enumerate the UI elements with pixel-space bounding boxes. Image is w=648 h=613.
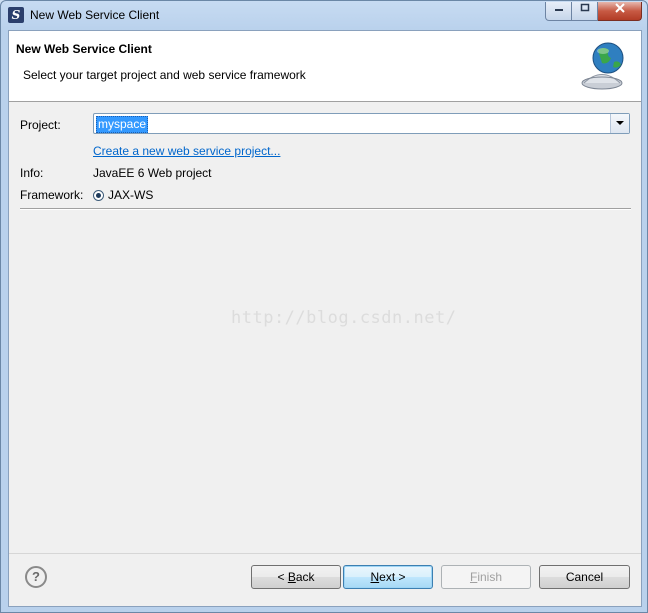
create-project-link[interactable]: Create a new web service project... <box>93 144 280 158</box>
back-button[interactable]: < Back <box>251 565 341 589</box>
title-bar[interactable]: S New Web Service Client <box>1 1 647 29</box>
project-label: Project: <box>20 118 61 132</box>
project-combo[interactable]: myspace <box>93 113 630 134</box>
framework-radio-label: JAX-WS <box>108 188 154 202</box>
separator <box>20 208 631 210</box>
watermark: http://blog.csdn.net/ <box>231 308 457 328</box>
dialog-window: S New Web Service Client New Web Service… <box>0 0 648 613</box>
minimize-button[interactable] <box>545 2 572 21</box>
close-button[interactable] <box>598 2 642 21</box>
close-icon <box>614 3 625 13</box>
next-button[interactable]: Next > <box>343 565 433 589</box>
framework-label: Framework: <box>20 188 84 202</box>
app-logo-icon: S <box>8 7 24 23</box>
project-combo-value: myspace <box>96 116 149 133</box>
wizard-banner: New Web Service Client Select your targe… <box>9 31 641 102</box>
finish-rest: inish <box>477 570 503 584</box>
back-mnemonic: B <box>287 570 296 584</box>
back-rest: ack <box>295 570 315 584</box>
banner-title: New Web Service Client <box>16 42 152 56</box>
next-mnemonic: N <box>370 570 380 584</box>
maximize-button[interactable] <box>572 2 598 21</box>
cancel-button[interactable]: Cancel <box>539 565 630 589</box>
info-label: Info: <box>20 166 44 180</box>
framework-radio-option[interactable]: JAX-WS <box>93 188 153 202</box>
web-service-globe-icon <box>581 42 624 90</box>
back-prefix: < <box>277 570 288 584</box>
dialog-content: New Web Service Client Select your targe… <box>8 30 642 607</box>
footer-separator <box>9 553 641 554</box>
finish-button[interactable]: Finish <box>441 565 531 589</box>
minimize-icon <box>554 9 563 11</box>
next-rest: ext > <box>379 570 406 584</box>
window-title: New Web Service Client <box>30 8 160 22</box>
window-controls <box>545 2 642 21</box>
maximize-icon <box>580 3 589 12</box>
dropdown-button[interactable] <box>610 114 629 133</box>
banner-description: Select your target project and web servi… <box>23 68 306 82</box>
help-icon[interactable]: ? <box>25 566 47 588</box>
info-value: JavaEE 6 Web project <box>93 166 212 180</box>
framework-radio[interactable] <box>93 189 104 201</box>
chevron-down-icon <box>616 121 624 125</box>
